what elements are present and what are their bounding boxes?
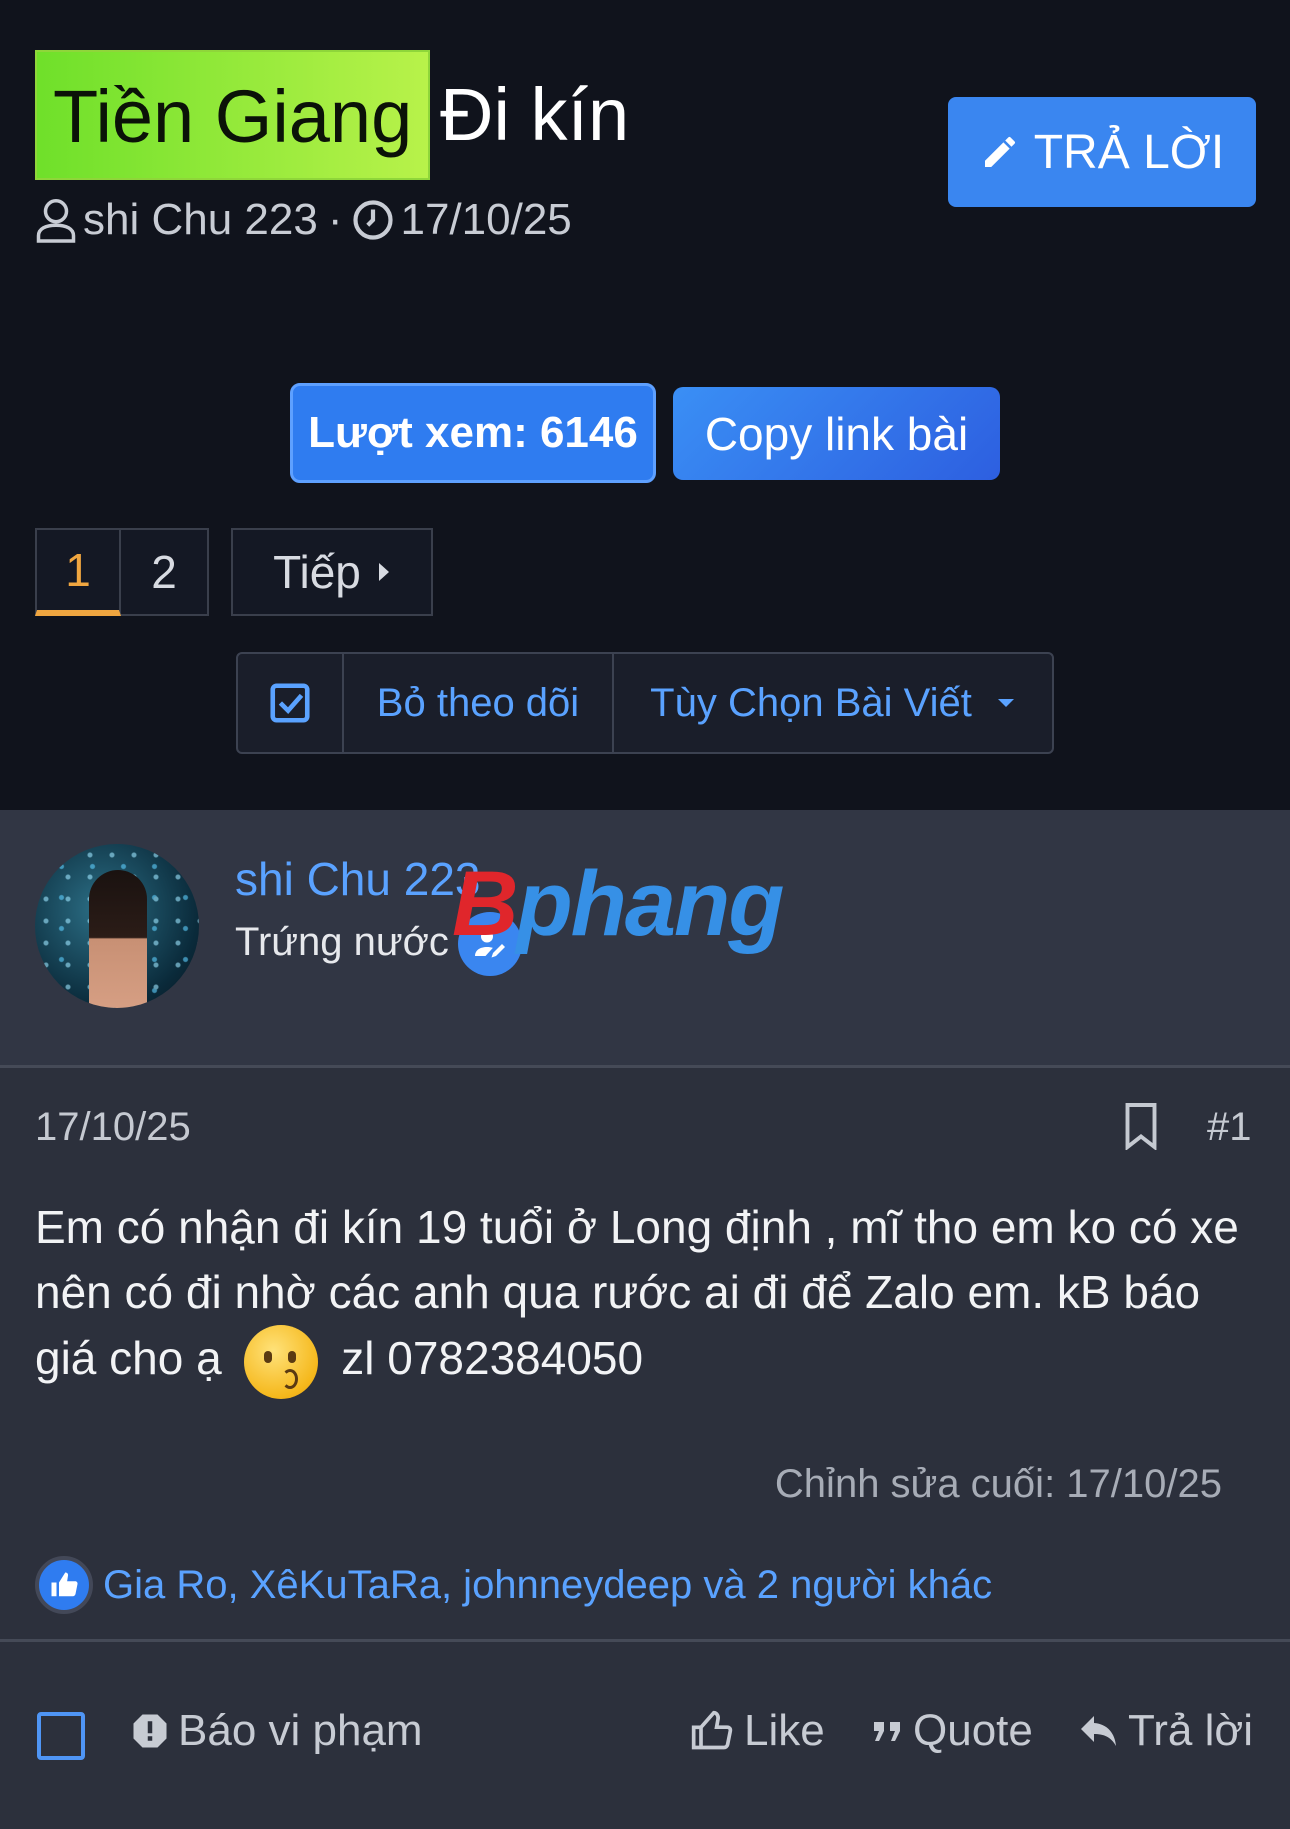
like-reaction-icon — [35, 1556, 93, 1614]
thread-options-label: Tùy Chọn Bài Viết — [650, 680, 972, 725]
kissing-face-emoji — [244, 1325, 319, 1399]
next-page-label: Tiếp — [273, 546, 361, 598]
post-body-phone: zl 0782384050 — [341, 1332, 644, 1385]
post-date[interactable]: 17/10/25 — [35, 1105, 191, 1150]
avatar-figure — [89, 870, 147, 1008]
avatar[interactable] — [35, 844, 199, 1008]
caret-right-icon — [378, 563, 389, 581]
post-author-name[interactable]: shi Chu 223 — [235, 852, 481, 906]
page-2-button[interactable]: 2 — [121, 528, 209, 616]
quote-label: Quote — [913, 1706, 1033, 1755]
post-card: shi Chu 223 Trứng nước Bphang 17/10/25 #… — [0, 810, 1290, 1829]
post-author-block: shi Chu 223 Trứng nước Bphang — [0, 810, 1290, 1068]
like-button[interactable]: Like — [690, 1706, 825, 1756]
report-button[interactable]: Báo vi phạm — [132, 1706, 423, 1756]
thumbs-up-icon — [51, 1572, 78, 1597]
thread-meta: shi Chu 223 · 17/10/25 — [35, 190, 572, 250]
reply-button[interactable]: TRẢ LỜI — [948, 97, 1256, 207]
likes-list[interactable]: Gia Ro, XêKuTaRa, johnneydeep và 2 người… — [103, 1563, 992, 1608]
meta-separator: · — [327, 195, 343, 244]
post-reply-button[interactable]: Trả lời — [1080, 1706, 1253, 1756]
chevron-down-icon — [997, 699, 1014, 707]
post-author-role: Trứng nước — [235, 920, 449, 964]
reply-arrow-icon — [1081, 1716, 1116, 1746]
bookmark-icon[interactable] — [1123, 1102, 1159, 1150]
thread-prefix-tag[interactable]: Tiền Giang — [35, 50, 431, 180]
pencil-icon — [984, 136, 1015, 167]
copy-link-button[interactable]: Copy link bài — [673, 387, 1000, 480]
thread-actions-bar: Bỏ theo dõi Tùy Chọn Bài Viết — [236, 652, 1054, 754]
reactions-summary[interactable]: Gia Ro, XêKuTaRa, johnneydeep và 2 người… — [35, 1550, 992, 1620]
thread-title: Đi kín — [440, 73, 630, 156]
views-button[interactable]: Lượt xem: 6146 — [290, 383, 656, 483]
pagination: 1 2 Tiếp — [35, 528, 433, 616]
unfollow-button[interactable]: Bỏ theo dõi — [344, 654, 614, 752]
like-label: Like — [744, 1706, 825, 1755]
watermark-text: phang — [516, 853, 784, 955]
page-1-button[interactable]: 1 — [35, 528, 121, 616]
select-thread-checkbox[interactable] — [238, 654, 344, 752]
next-page-button[interactable]: Tiếp — [231, 528, 433, 616]
last-edited: Chỉnh sửa cuối: 17/10/25 — [774, 1462, 1222, 1506]
post-body: Em có nhận đi kín 19 tuổi ở Long định , … — [35, 1195, 1255, 1399]
checked-box-icon — [270, 683, 310, 723]
watermark-letter: B — [452, 853, 518, 955]
thread-options-dropdown[interactable]: Tùy Chọn Bài Viết — [614, 654, 1052, 752]
select-post-checkbox[interactable] — [37, 1712, 85, 1760]
clock-icon — [353, 200, 394, 240]
quote-icon — [874, 1722, 900, 1741]
quote-button[interactable]: Quote — [873, 1706, 1033, 1756]
thumbs-up-outline-icon — [691, 1710, 733, 1750]
post-number[interactable]: #1 — [1207, 1105, 1252, 1150]
thread-date[interactable]: 17/10/25 — [400, 195, 571, 245]
alert-icon — [133, 1714, 167, 1748]
post-footer: Báo vi phạm Like Quote Trả lời — [0, 1639, 1290, 1829]
thread-author[interactable]: shi Chu 223 — [83, 195, 318, 245]
site-watermark: Bphang — [452, 853, 784, 955]
post-reply-label: Trả lời — [1128, 1706, 1253, 1755]
reply-button-label: TRẢ LỜI — [1033, 125, 1225, 179]
report-label: Báo vi phạm — [178, 1706, 423, 1755]
thread-header: Tiền Giang Đi kín shi Chu 223 · 17/10/25… — [0, 0, 1290, 810]
user-icon — [36, 199, 76, 243]
